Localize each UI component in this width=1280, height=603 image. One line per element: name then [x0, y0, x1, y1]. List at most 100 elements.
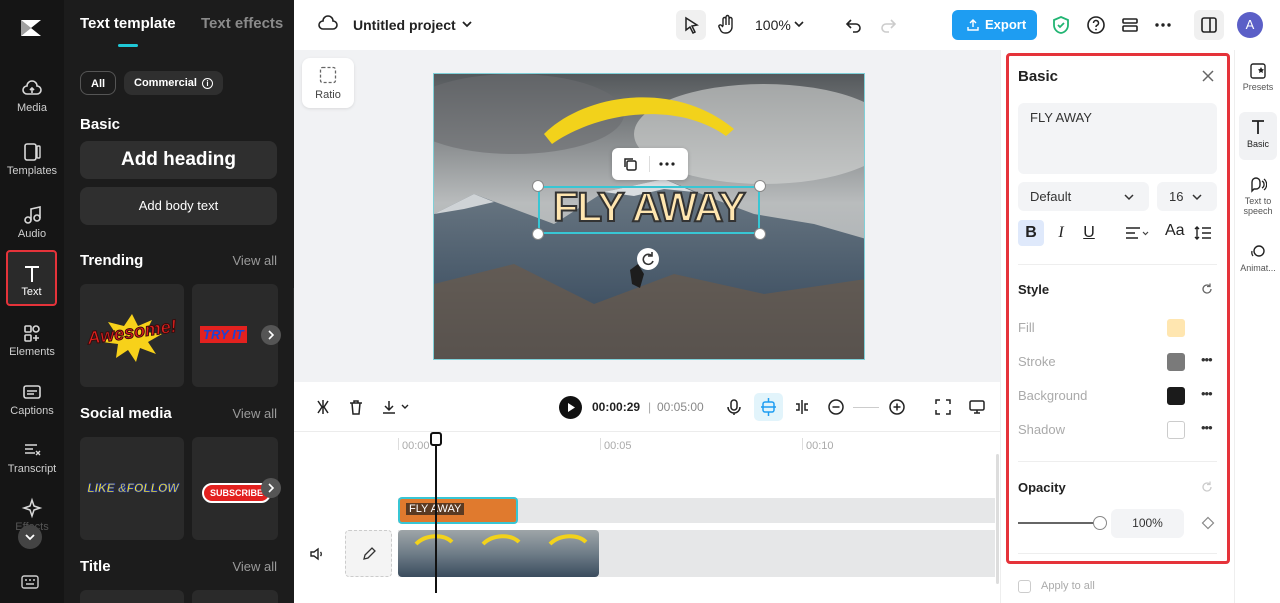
social-next-button[interactable] — [261, 478, 281, 498]
filter-all[interactable]: All — [80, 71, 117, 95]
add-heading-button[interactable]: Add heading — [80, 141, 277, 179]
tab-animation[interactable]: Animat... — [1235, 243, 1280, 283]
ratio-button[interactable]: Ratio — [302, 58, 354, 108]
tab-label: Text to speech — [1243, 196, 1273, 216]
background-color-swatch[interactable] — [1167, 387, 1185, 405]
rail-expand-button[interactable] — [18, 525, 42, 549]
rail-item-captions[interactable]: Captions — [4, 381, 60, 435]
trending-next-button[interactable] — [261, 325, 281, 345]
template-card-title-1[interactable] — [80, 590, 184, 603]
hand-tool-button[interactable] — [712, 10, 742, 40]
timeline-scrollbar[interactable] — [996, 454, 999, 584]
layers-icon[interactable] — [1120, 15, 1140, 35]
tab-basic[interactable]: Basic — [1239, 112, 1277, 160]
rail-item-transcript[interactable]: Transcript — [4, 439, 60, 493]
more-options-icon[interactable] — [658, 156, 676, 172]
rail-item-elements[interactable]: Elements — [4, 322, 60, 376]
more-options-icon[interactable] — [1153, 15, 1173, 35]
reset-opacity-icon[interactable] — [1200, 480, 1214, 494]
magnet-snap-button[interactable] — [754, 393, 783, 421]
zoom-slider[interactable] — [853, 407, 879, 408]
title-view-all[interactable]: View all — [232, 559, 277, 574]
microphone-button[interactable] — [725, 398, 743, 416]
align-button[interactable] — [1125, 225, 1151, 241]
chevron-down-icon[interactable] — [792, 17, 806, 31]
playhead[interactable] — [435, 432, 437, 593]
bold-button[interactable]: B — [1018, 220, 1044, 246]
rotate-handle[interactable] — [637, 248, 659, 270]
download-button[interactable] — [380, 398, 414, 416]
shield-icon[interactable] — [1052, 15, 1070, 35]
caption-preview-button[interactable] — [968, 398, 986, 416]
fullscreen-button[interactable] — [934, 398, 952, 416]
undo-button[interactable] — [844, 15, 864, 35]
tab-text-effects[interactable]: Text effects — [201, 15, 283, 32]
playhead-handle[interactable] — [430, 432, 442, 446]
select-tool-button[interactable] — [676, 10, 706, 40]
background-more-icon[interactable]: ••• — [1201, 386, 1213, 401]
text-content-field[interactable]: FLY AWAY — [1018, 103, 1217, 174]
delete-button[interactable] — [347, 398, 365, 416]
keyframe-icon[interactable] — [1201, 516, 1215, 530]
font-select[interactable]: Default — [1018, 182, 1149, 211]
stroke-more-icon[interactable]: ••• — [1201, 352, 1213, 367]
zoom-in-button[interactable] — [888, 398, 906, 416]
tab-text-to-speech[interactable]: Text to speech — [1235, 176, 1280, 226]
close-button[interactable] — [1201, 69, 1215, 83]
underline-button[interactable]: U — [1079, 220, 1099, 246]
reset-style-icon[interactable] — [1200, 282, 1214, 296]
social-view-all[interactable]: View all — [232, 406, 277, 421]
project-name[interactable]: Untitled project — [353, 17, 456, 33]
text-clip[interactable]: FLY AWAY — [398, 497, 518, 524]
video-clip[interactable] — [398, 530, 599, 577]
duplicate-icon[interactable] — [622, 156, 638, 172]
chevron-down-icon[interactable] — [460, 17, 474, 31]
zoom-level[interactable]: 100% — [755, 17, 791, 33]
stroke-color-swatch[interactable] — [1167, 353, 1185, 371]
split-preview-button[interactable] — [793, 398, 811, 416]
avatar[interactable]: A — [1237, 12, 1263, 38]
zoom-out-button[interactable] — [827, 398, 845, 416]
split-button[interactable] — [314, 398, 332, 416]
opacity-slider-knob[interactable] — [1093, 516, 1107, 530]
timeline-ruler[interactable]: 00:00 00:05 00:10 — [398, 432, 1000, 456]
template-card-like-follow[interactable]: LIKE &FOLLOW — [80, 437, 184, 540]
shadow-more-icon[interactable]: ••• — [1201, 420, 1213, 435]
fill-color-swatch[interactable] — [1167, 319, 1185, 337]
rail-item-templates[interactable]: Templates — [4, 141, 60, 195]
keyboard-shortcuts-icon[interactable] — [20, 574, 40, 590]
rail-item-text[interactable]: Text — [6, 250, 57, 306]
add-body-text-button[interactable]: Add body text — [80, 187, 277, 225]
section-trending-title: Trending — [80, 252, 144, 269]
cloud-sync-icon[interactable] — [318, 15, 338, 33]
video-frame[interactable]: FLY AWAY — [433, 73, 865, 360]
trending-view-all[interactable]: View all — [232, 253, 277, 268]
audio-toggle[interactable] — [308, 545, 326, 563]
opacity-slider-track[interactable] — [1018, 516, 1107, 530]
line-spacing-icon — [1194, 226, 1211, 240]
fly-away-text-overlay[interactable]: FLY AWAY — [538, 183, 760, 231]
divider — [1018, 264, 1217, 265]
template-card-awesome[interactable]: Awesome! — [80, 284, 184, 387]
template-card-title-2[interactable] — [192, 590, 278, 603]
filter-commercial[interactable]: Commercial i — [124, 71, 224, 95]
italic-button[interactable]: I — [1051, 220, 1071, 246]
tab-text-template[interactable]: Text template — [80, 15, 176, 32]
redo-button[interactable] — [878, 15, 898, 35]
edit-cover-button[interactable] — [345, 530, 392, 577]
app-logo[interactable] — [17, 14, 45, 42]
tab-presets[interactable]: Presets — [1235, 62, 1280, 102]
help-icon[interactable] — [1086, 15, 1106, 35]
timeline: 00:00 00:05 00:10 FLY AWAY — [294, 432, 1000, 603]
apply-to-all-checkbox[interactable] — [1018, 580, 1031, 593]
font-size-select[interactable]: 16 — [1157, 182, 1217, 211]
play-button[interactable] — [559, 396, 582, 419]
export-button[interactable]: Export — [952, 10, 1037, 40]
case-button[interactable]: Aa — [1165, 222, 1185, 240]
opacity-input[interactable]: 100% — [1111, 509, 1184, 538]
rail-item-media[interactable]: Media — [4, 78, 60, 132]
line-spacing-button[interactable] — [1194, 225, 1212, 241]
shadow-color-swatch[interactable] — [1167, 421, 1185, 439]
panel-toggle-button[interactable] — [1194, 10, 1224, 40]
trash-icon — [350, 400, 362, 415]
